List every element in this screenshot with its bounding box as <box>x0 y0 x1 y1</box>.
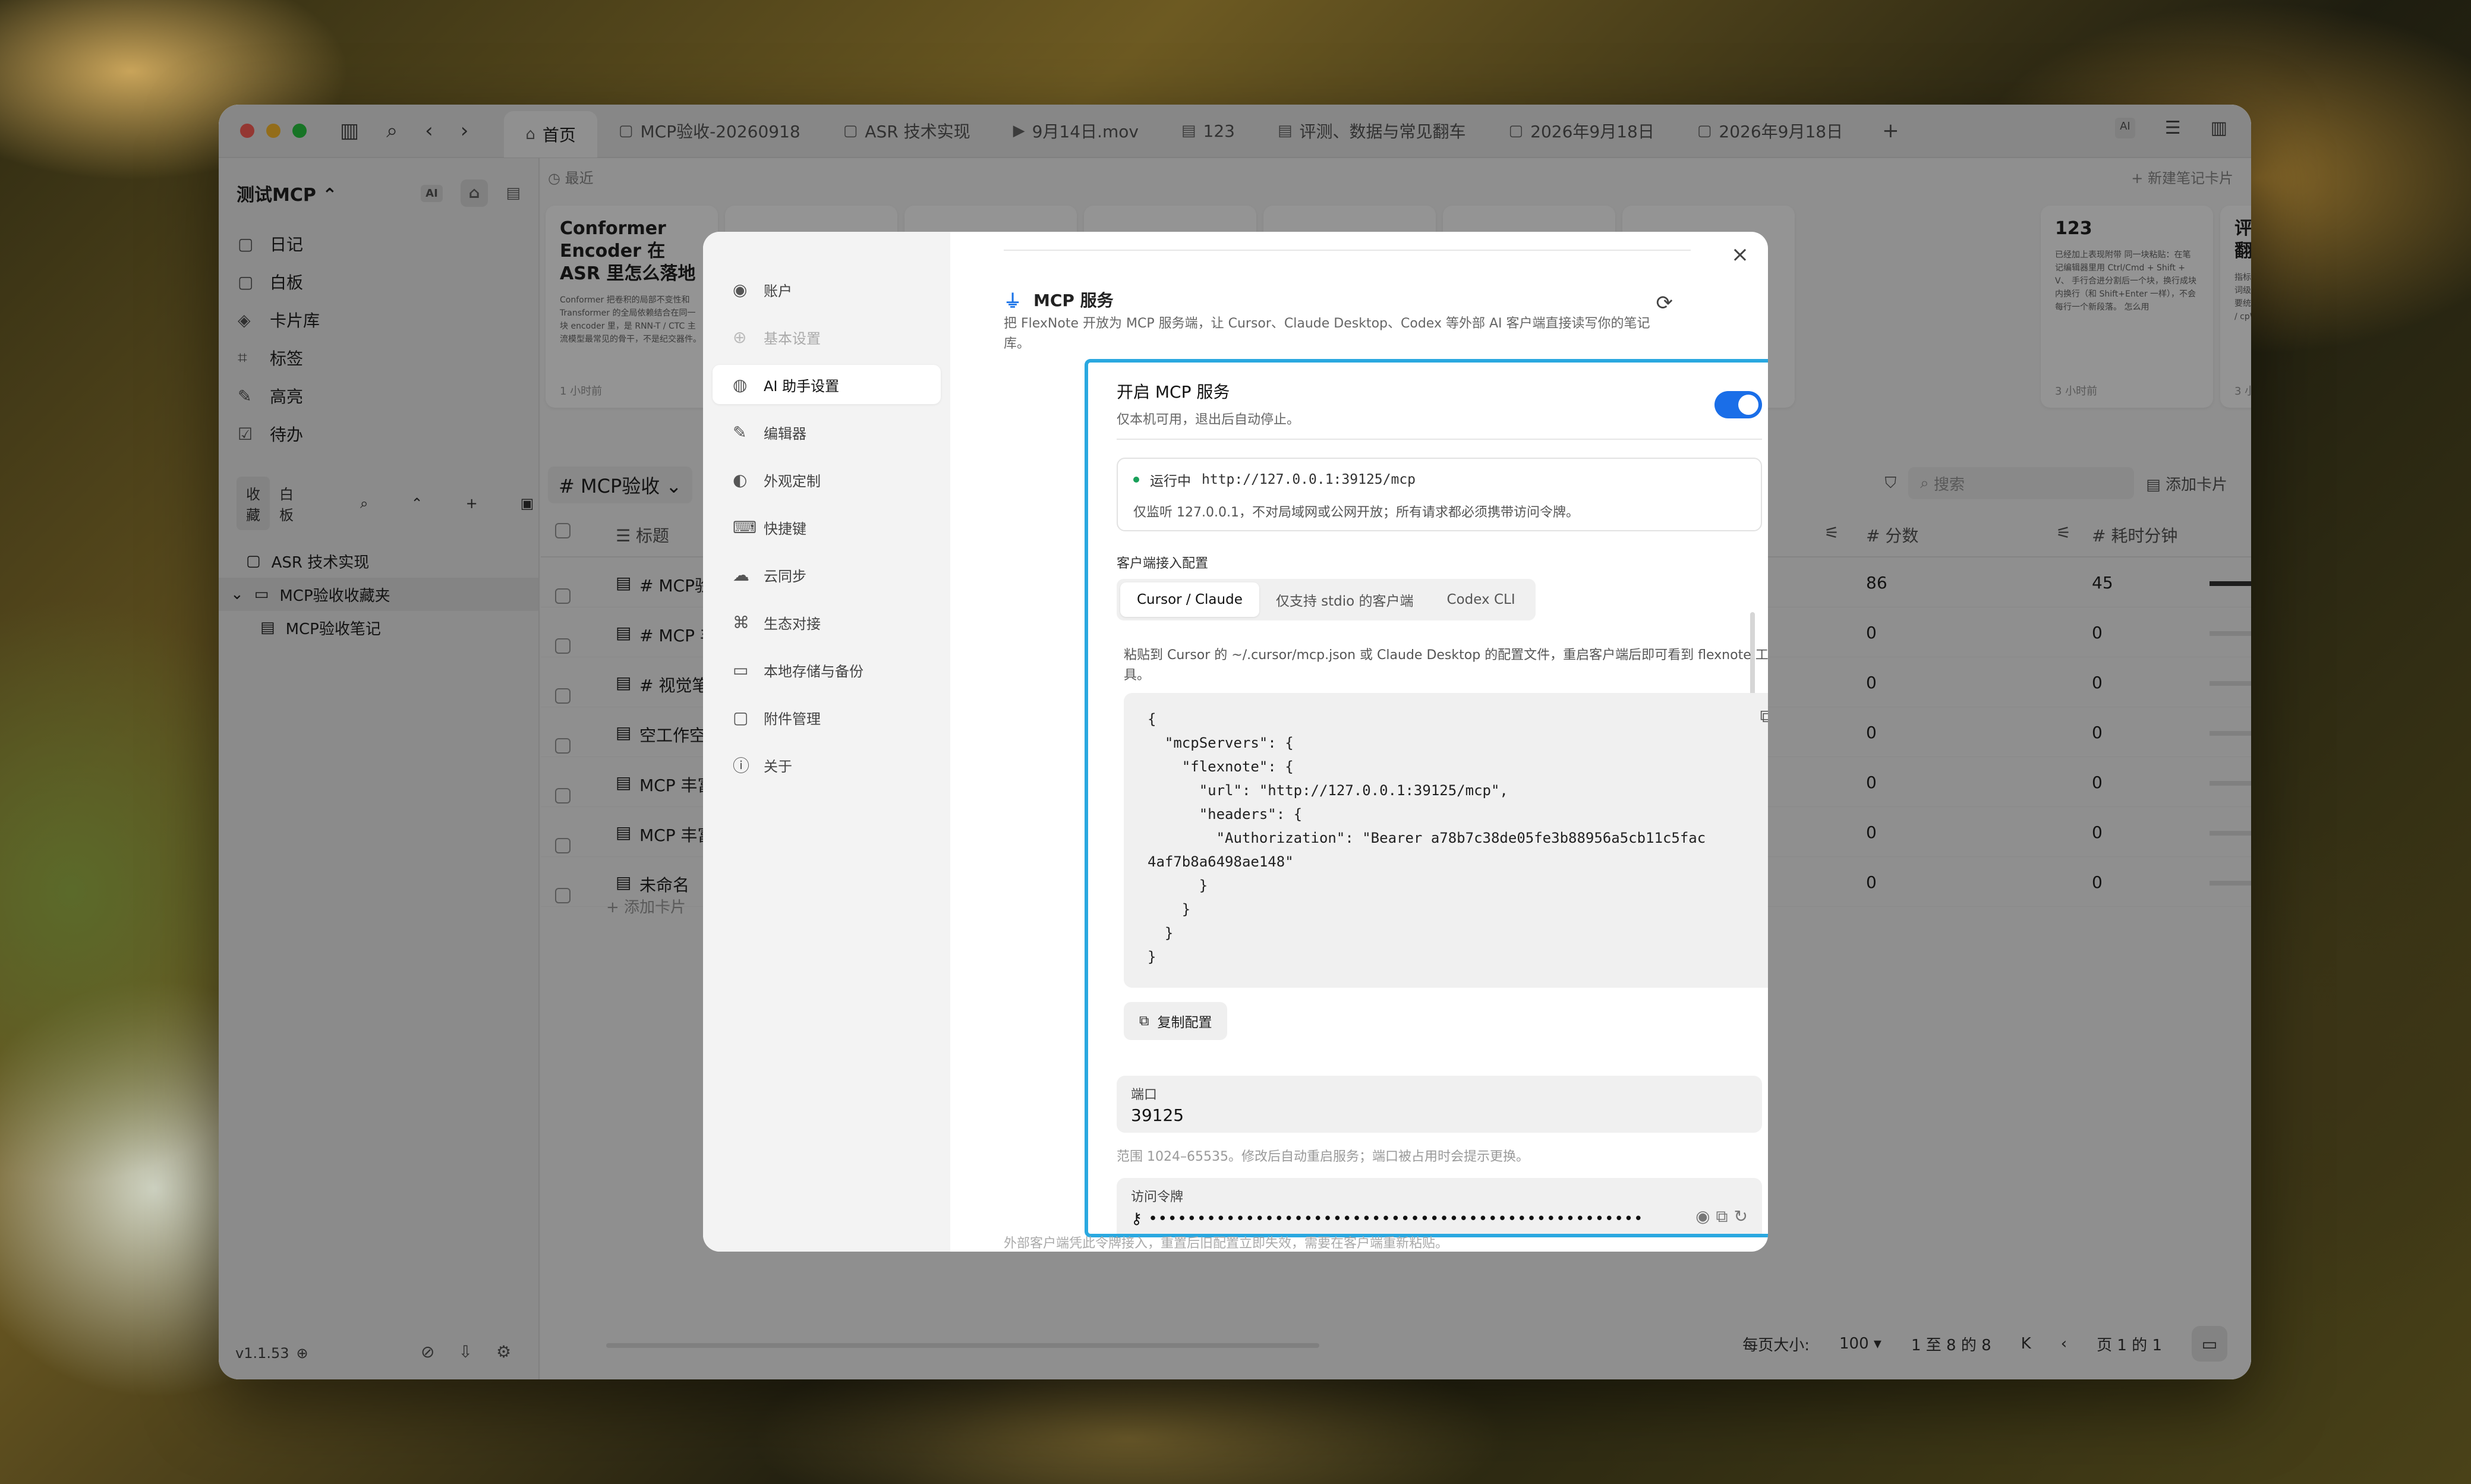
settings-nav-label: AI 助手设置 <box>764 377 840 395</box>
settings-nav-item-10[interactable]: ⓘ 关于 <box>713 745 941 784</box>
client-tabs: Cursor / Claude 仅支持 stdio 的客户端 Codex CLI <box>1117 579 1536 620</box>
settings-content: ⏚ MCP 服务 把 FlexNote 开放为 MCP 服务端，让 Cursor、… <box>950 232 1768 1252</box>
status-dot <box>1133 477 1139 483</box>
copy-config-button[interactable]: ⧉ 复制配置 <box>1124 1002 1228 1040</box>
settings-nav-icon: ⓘ <box>733 756 750 776</box>
settings-nav-icon: ✎ <box>733 422 747 442</box>
port-label: 端口 <box>1131 1088 1158 1102</box>
settings-nav-item-5[interactable]: ⌨ 快捷键 <box>713 508 941 547</box>
mcp-settings-panel: 开启 MCP 服务 仅本机可用，退出后自动停止。 运行中 http://127.0… <box>1085 359 1768 1237</box>
copy-icon[interactable]: ⧉ <box>1716 1206 1728 1227</box>
refresh-icon[interactable]: ⟳ <box>1656 291 1673 315</box>
section-title-text: MCP 服务 <box>1033 291 1114 310</box>
settings-nav-item-4[interactable]: ◐ 外观定制 <box>713 460 941 499</box>
settings-nav-item-7[interactable]: ⌘ 生态对接 <box>713 603 941 642</box>
settings-modal: ◉ 账户 ⊕ 基本设置 ◍ AI 助手设置 ✎ 编辑器 ◐ 外观定制 ⌨ 快捷键 ☁ 云同步 ⌘ 生态对接 ▭ 本… <box>703 232 1768 1252</box>
tab-cursor-claude[interactable]: Cursor / Claude <box>1120 582 1259 617</box>
token-field[interactable]: 访问令牌 ⚷ •••••••••••••••••••••••••••••••••… <box>1117 1178 1762 1234</box>
settings-nav-icon: ⌨ <box>733 517 757 537</box>
settings-nav-label: 附件管理 <box>764 710 821 727</box>
settings-nav-label: 关于 <box>764 758 792 775</box>
eye-icon[interactable]: ◉ <box>1695 1206 1710 1227</box>
token-label: 访问令牌 <box>1131 1190 1184 1205</box>
settings-nav-icon: ⌘ <box>733 612 749 632</box>
settings-nav-item-6[interactable]: ☁ 云同步 <box>713 555 941 594</box>
settings-nav-item-3[interactable]: ✎ 编辑器 <box>713 412 941 452</box>
tab-codex-cli[interactable]: Codex CLI <box>1430 582 1532 617</box>
settings-nav-icon: ▭ <box>733 660 749 680</box>
settings-nav-icon: ▢ <box>733 707 749 727</box>
settings-nav-label: 外观定制 <box>764 472 821 490</box>
reset-icon[interactable]: ↻ <box>1734 1206 1748 1227</box>
settings-nav-icon: ⊕ <box>733 327 747 347</box>
settings-nav-icon: ◐ <box>733 470 748 490</box>
token-value: ••••••••••••••••••••••••••••••••••••••••… <box>1148 1210 1644 1228</box>
client-config-label: 客户端接入配置 <box>1117 556 1209 571</box>
config-code: { "mcpServers": { "flexnote": { "url": "… <box>1148 711 1706 965</box>
settings-nav-label: 基本设置 <box>764 330 821 347</box>
port-value[interactable]: 39125 <box>1131 1105 1748 1125</box>
status-url: http://127.0.0.1:39125/mcp <box>1202 472 1416 487</box>
status-panel: 运行中 http://127.0.0.1:39125/mcp 仅监听 127.0.… <box>1117 458 1762 531</box>
settings-nav-label: 本地存储与备份 <box>764 663 863 680</box>
enable-title: 开启 MCP 服务 <box>1117 382 1230 402</box>
settings-nav-label: 云同步 <box>764 568 806 585</box>
tab-stdio-client[interactable]: 仅支持 stdio 的客户端 <box>1259 582 1430 617</box>
port-field[interactable]: 端口 39125 <box>1117 1076 1762 1133</box>
settings-nav-item-0[interactable]: ◉ 账户 <box>713 270 941 309</box>
port-hint: 范围 1024–65535。修改后自动重启服务；端口被占用时会提示更换。 <box>1117 1149 1529 1164</box>
enable-subtitle: 仅本机可用，退出后自动停止。 <box>1117 412 1300 427</box>
copy-config-label: 复制配置 <box>1157 1015 1212 1031</box>
copy-icon[interactable]: ⧉ <box>1760 705 1768 729</box>
settings-nav-item-8[interactable]: ▭ 本地存储与备份 <box>713 650 941 689</box>
divider <box>1004 250 1691 251</box>
section-title: ⏚ MCP 服务 <box>1004 286 1114 313</box>
client-hint: 粘贴到 Cursor 的 ~/.cursor/mcp.json 或 Claude… <box>1124 648 1768 683</box>
token-hint: 外部客户端凭此令牌接入，重置后旧配置立即失效，需要在客户端重新粘贴。 <box>1004 1236 1449 1251</box>
settings-nav-item-1[interactable]: ⊕ 基本设置 <box>713 317 941 357</box>
copy-icon: ⧉ <box>1139 1013 1149 1029</box>
settings-nav-label: 快捷键 <box>764 520 806 537</box>
status-label: 运行中 <box>1150 474 1191 489</box>
key-icon: ⚷ <box>1131 1210 1143 1228</box>
settings-nav-item-9[interactable]: ▢ 附件管理 <box>713 698 941 737</box>
status-note: 仅监听 127.0.0.1，不对局域网或公网开放；所有请求都必须携带访问令牌。 <box>1133 505 1579 520</box>
divider <box>1117 439 1762 440</box>
plug-icon: ⏚ <box>1004 291 1022 312</box>
settings-nav-icon: ◉ <box>733 279 748 300</box>
settings-nav-icon: ◍ <box>733 374 748 395</box>
config-code-block[interactable]: { "mcpServers": { "flexnote": { "url": "… <box>1124 693 1768 988</box>
section-description: 把 FlexNote 开放为 MCP 服务端，让 Cursor、Claude D… <box>1004 316 1650 351</box>
settings-nav-item-2[interactable]: ◍ AI 助手设置 <box>713 365 941 404</box>
settings-nav-label: 账户 <box>764 282 792 300</box>
settings-nav-icon: ☁ <box>733 565 749 585</box>
settings-nav-label: 编辑器 <box>764 425 806 442</box>
settings-nav: ◉ 账户 ⊕ 基本设置 ◍ AI 助手设置 ✎ 编辑器 ◐ 外观定制 ⌨ 快捷键 ☁ 云同步 ⌘ 生态对接 ▭ 本… <box>703 232 950 1252</box>
enable-mcp-toggle[interactable] <box>1714 391 1762 418</box>
settings-nav-label: 生态对接 <box>764 615 821 632</box>
